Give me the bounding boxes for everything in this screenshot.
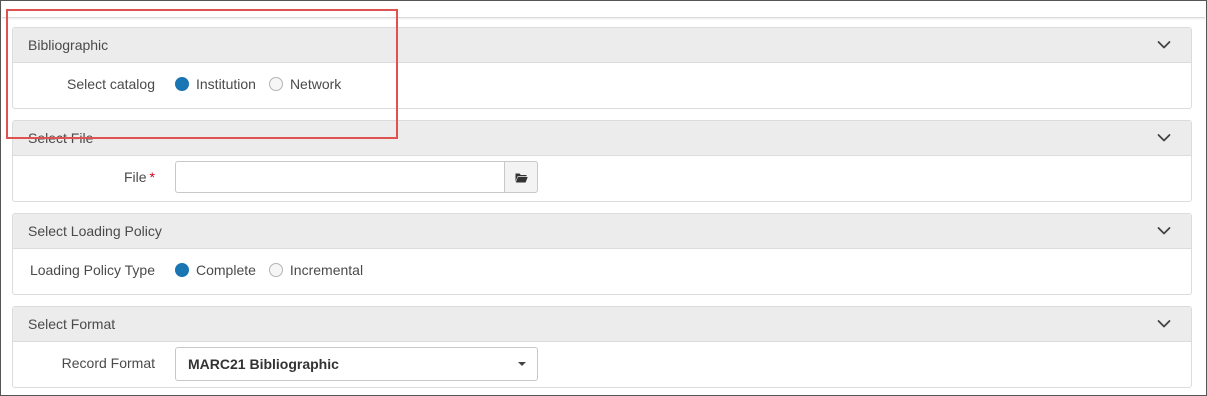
record-format-selected-value: MARC21 Bibliographic — [188, 356, 339, 372]
radio-button-unchecked[interactable] — [268, 263, 283, 277]
radio-button-unchecked[interactable] — [268, 77, 283, 91]
section-select-loading-policy: Select Loading Policy Loading Policy Typ… — [12, 213, 1192, 295]
loading-policy-type-label: Loading Policy Type — [29, 262, 155, 278]
chevron-down-icon[interactable] — [1157, 40, 1171, 50]
radio-network[interactable]: Network — [268, 76, 342, 92]
loading-policy-radio-group: Complete Incremental — [175, 262, 376, 278]
file-path-input[interactable] — [175, 161, 504, 193]
record-format-label: Record Format — [61, 355, 155, 371]
folder-icon — [515, 173, 528, 182]
chevron-down-icon[interactable] — [1157, 226, 1171, 236]
section-header-loading-policy[interactable]: Select Loading Policy — [13, 214, 1191, 249]
radio-institution[interactable]: Institution — [175, 76, 256, 92]
section-title: Select Loading Policy — [28, 223, 162, 239]
section-select-file: Select File File * — [12, 120, 1192, 202]
section-header-select-format[interactable]: Select Format — [13, 307, 1191, 342]
radio-label: Incremental — [289, 262, 364, 278]
browse-file-button[interactable] — [504, 161, 538, 193]
select-catalog-label: Select catalog — [67, 76, 155, 92]
radio-label: Institution — [196, 76, 256, 92]
section-title: Bibliographic — [28, 37, 109, 53]
section-title: Select File — [28, 130, 94, 146]
file-label: File * — [124, 169, 155, 185]
section-body: Loading Policy Type Complete Incremental — [13, 249, 1191, 295]
file-label-text: File — [123, 169, 147, 185]
radio-label: Complete — [196, 262, 256, 278]
section-select-format: Select Format Record Format MARC21 Bibli… — [12, 306, 1192, 388]
section-body: Select catalog Institution Network — [13, 63, 1191, 109]
record-format-select[interactable]: MARC21 Bibliographic — [175, 347, 538, 381]
radio-complete[interactable]: Complete — [175, 262, 256, 278]
section-body: Record Format MARC21 Bibliographic — [13, 342, 1191, 388]
page-frame: Bibliographic Select catalog Institution… — [0, 0, 1207, 396]
section-header-select-file[interactable]: Select File — [13, 121, 1191, 156]
chevron-down-icon[interactable] — [1157, 133, 1171, 143]
top-strip — [2, 2, 1205, 18]
section-header-bibliographic[interactable]: Bibliographic — [13, 28, 1191, 63]
chevron-down-icon[interactable] — [1157, 319, 1171, 329]
radio-button-checked[interactable] — [175, 77, 189, 91]
select-catalog-radio-group: Institution Network — [175, 76, 354, 92]
section-body: File * — [13, 156, 1191, 202]
radio-label: Network — [289, 76, 342, 92]
radio-incremental[interactable]: Incremental — [268, 262, 364, 278]
caret-down-icon — [518, 362, 526, 366]
required-mark: * — [149, 169, 155, 185]
section-bibliographic: Bibliographic Select catalog Institution… — [12, 27, 1192, 109]
section-title: Select Format — [28, 316, 116, 332]
radio-button-checked[interactable] — [175, 263, 189, 277]
